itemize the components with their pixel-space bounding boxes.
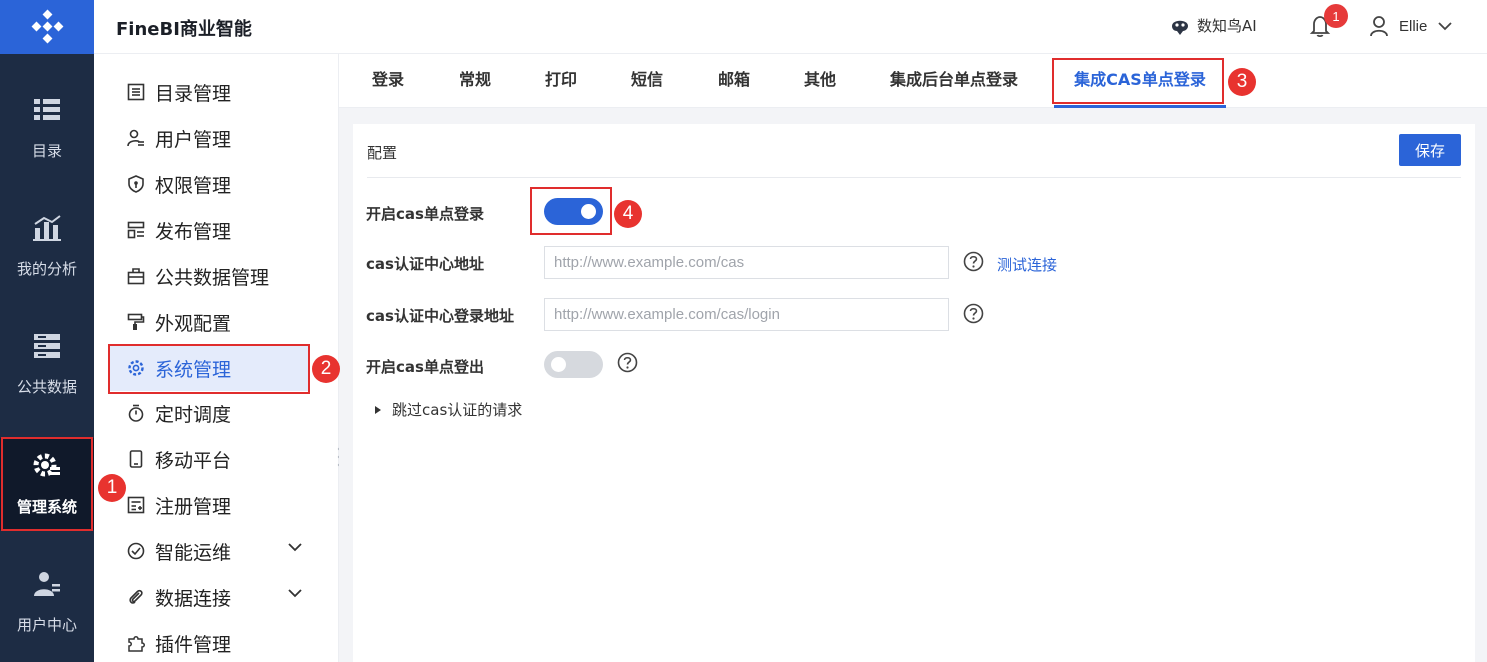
save-button[interactable]: 保存 xyxy=(1399,134,1461,166)
briefcase-icon xyxy=(125,267,147,285)
list-icon xyxy=(125,83,147,101)
annotation-number-2: 2 xyxy=(312,355,340,383)
menu-item-label: 公共数据管理 xyxy=(155,266,270,289)
tab-print[interactable]: 打印 xyxy=(545,54,577,108)
paint-roller-icon xyxy=(125,313,147,331)
help-icon[interactable] xyxy=(617,352,638,373)
user-menu[interactable]: Ellie xyxy=(1369,15,1463,37)
menu-item-plugin-manage[interactable]: 插件管理 xyxy=(109,620,309,662)
rail-item-label: 用户中心 xyxy=(16,616,77,634)
ai-label: 数知鸟AI xyxy=(1197,17,1257,35)
menu-item-publish-manage[interactable]: 发布管理 xyxy=(109,207,309,253)
enable-cas-logout-label: 开启cas单点登出 xyxy=(366,358,484,376)
tab-email[interactable]: 邮箱 xyxy=(718,54,750,108)
menu-item-label: 定时调度 xyxy=(155,403,232,426)
annotation-box-3 xyxy=(1052,58,1224,104)
puzzle-icon xyxy=(125,634,147,652)
menu-item-label: 外观配置 xyxy=(155,312,232,335)
menu-item-label: 数据连接 xyxy=(155,587,232,610)
enable-cas-logout-toggle[interactable] xyxy=(544,351,603,378)
cas-login-url-input[interactable] xyxy=(544,298,949,331)
annotation-box-1 xyxy=(1,437,93,531)
menu-item-appearance[interactable]: 外观配置 xyxy=(109,299,309,345)
tab-other[interactable]: 其他 xyxy=(804,54,836,108)
register-icon xyxy=(125,496,147,514)
stopwatch-icon xyxy=(125,404,147,422)
menu-item-schedule[interactable]: 定时调度 xyxy=(109,390,309,436)
skip-cas-requests-toggle[interactable]: 跳过cas认证的请求 xyxy=(374,399,522,420)
help-icon[interactable] xyxy=(963,251,984,272)
user-icon xyxy=(1370,16,1388,37)
chevron-down-icon xyxy=(288,543,302,552)
cas-server-url-label: cas认证中心地址 xyxy=(366,255,484,273)
menu-item-label: 用户管理 xyxy=(155,128,232,151)
rail-item-label: 我的分析 xyxy=(16,260,77,278)
tab-backend-sso[interactable]: 集成后台单点登录 xyxy=(890,54,1018,108)
menu-item-label: 移动平台 xyxy=(155,449,232,472)
annotation-number-1: 1 xyxy=(98,474,126,502)
app-logo[interactable] xyxy=(0,0,94,54)
rail-item-public-data[interactable]: 公共数据 xyxy=(0,328,94,397)
rail-item-label: 公共数据 xyxy=(16,378,77,396)
paperclip-icon xyxy=(125,588,147,606)
notification-badge: 1 xyxy=(1324,4,1348,28)
top-header: FineBI商业智能 数知鸟AI 1 Ellie xyxy=(94,0,1487,54)
tab-login[interactable]: 登录 xyxy=(372,54,404,108)
caret-right-icon xyxy=(375,405,381,414)
cas-server-url-input[interactable] xyxy=(544,246,949,279)
nav-rail: 目录 我的分析 公共数据 管理系统 用户中心 xyxy=(0,0,94,662)
ops-icon xyxy=(125,542,147,560)
user-center-icon xyxy=(32,566,62,602)
enable-cas-login-label: 开启cas单点登录 xyxy=(366,205,484,223)
annotation-number-3: 3 xyxy=(1228,68,1256,96)
annotation-box-4 xyxy=(530,187,612,235)
toggle-knob xyxy=(551,357,566,372)
test-connection-link[interactable]: 测试连接 xyxy=(997,254,1057,275)
menu-item-permission-manage[interactable]: 权限管理 xyxy=(109,161,309,207)
mobile-icon xyxy=(125,450,147,468)
cas-config-panel: 配置 保存 开启cas单点登录 cas认证中心地址 测试连接 cas认证中心登录… xyxy=(353,124,1475,662)
menu-item-label: 插件管理 xyxy=(155,633,232,656)
logo-icon xyxy=(31,9,64,44)
rail-item-label: 目录 xyxy=(31,142,62,160)
annotation-number-4: 4 xyxy=(614,200,642,228)
divider xyxy=(367,177,1461,178)
rail-item-analysis[interactable]: 我的分析 xyxy=(0,210,94,279)
menu-item-label: 智能运维 xyxy=(155,541,232,564)
menu-item-label: 注册管理 xyxy=(155,495,232,518)
rail-item-user-center[interactable]: 用户中心 xyxy=(0,566,94,635)
app-title: FineBI商业智能 xyxy=(116,19,252,40)
catalog-icon xyxy=(32,92,62,128)
menu-item-user-manage[interactable]: 用户管理 xyxy=(109,115,309,161)
cas-login-url-label: cas认证中心登录地址 xyxy=(366,307,514,325)
skip-cas-requests-label: 跳过cas认证的请求 xyxy=(392,401,523,419)
menu-item-label: 发布管理 xyxy=(155,220,232,243)
user-list-icon xyxy=(125,129,147,147)
layout-icon xyxy=(125,221,147,239)
chevron-down-icon xyxy=(288,589,302,598)
menu-item-label: 权限管理 xyxy=(155,174,232,197)
settings-tabs: 登录 常规 打印 短信 邮箱 其他 集成后台单点登录 集成CAS单点登录 xyxy=(339,54,1487,108)
menu-item-catalog-manage[interactable]: 目录管理 xyxy=(109,69,309,115)
tab-sms[interactable]: 短信 xyxy=(631,54,663,108)
menu-item-label: 目录管理 xyxy=(155,82,232,105)
menu-item-smart-ops[interactable]: 智能运维 xyxy=(109,528,309,574)
menu-item-public-data-manage[interactable]: 公共数据管理 xyxy=(109,253,309,299)
chevron-down-icon xyxy=(1438,22,1452,31)
public-data-icon xyxy=(32,328,62,364)
menu-item-register-manage[interactable]: 注册管理 xyxy=(109,482,309,528)
shield-icon xyxy=(125,175,147,193)
menu-item-data-connection[interactable]: 数据连接 xyxy=(109,574,309,620)
username: Ellie xyxy=(1399,17,1428,35)
bird-icon xyxy=(1172,20,1188,35)
annotation-box-2 xyxy=(108,344,310,394)
analysis-icon xyxy=(32,210,62,246)
tab-general[interactable]: 常规 xyxy=(459,54,491,108)
ai-assistant-button[interactable]: 数知鸟AI xyxy=(1169,15,1257,36)
panel-title: 配置 xyxy=(367,144,398,162)
help-icon[interactable] xyxy=(963,303,984,324)
menu-item-mobile-platform[interactable]: 移动平台 xyxy=(109,436,309,482)
rail-item-catalog[interactable]: 目录 xyxy=(0,92,94,161)
